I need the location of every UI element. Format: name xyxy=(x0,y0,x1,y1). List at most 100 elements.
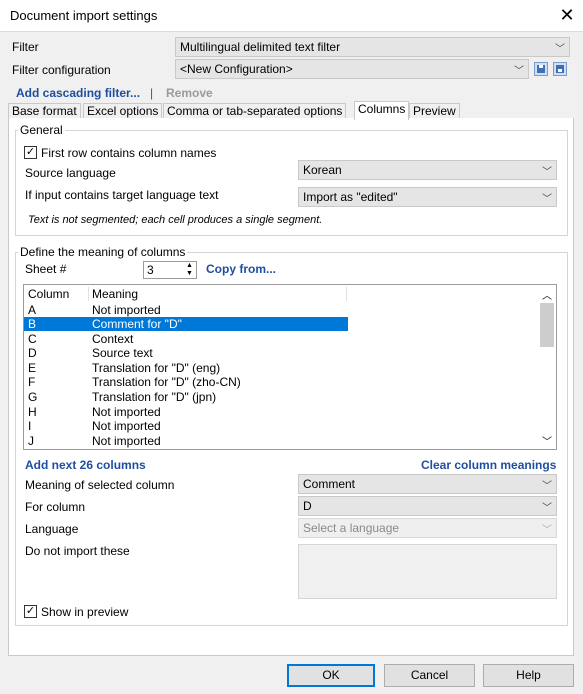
table-row[interactable]: I Not imported xyxy=(24,419,348,433)
add-next-columns-link[interactable]: Add next 26 columns xyxy=(25,458,146,472)
row-column: B xyxy=(28,317,37,331)
meaning-value: Comment xyxy=(303,477,356,491)
cancel-button[interactable]: Cancel xyxy=(384,664,475,687)
language-label: Language xyxy=(25,522,79,536)
filter-label: Filter xyxy=(12,40,39,54)
tab-base-format[interactable]: Base format xyxy=(8,103,81,119)
add-cascading-filter-link[interactable]: Add cascading filter... xyxy=(16,86,140,100)
table-row[interactable]: C Context xyxy=(24,332,348,346)
filter-config-select[interactable]: <New Configuration> ﹀ xyxy=(175,59,529,79)
table-row[interactable]: E Translation for "D" (eng) xyxy=(24,361,348,375)
checkmark-icon: ✓ xyxy=(25,146,36,158)
meaning-label: Meaning of selected column xyxy=(25,478,175,492)
save-config-icon[interactable] xyxy=(534,62,548,76)
row-meaning: Translation for "D" (eng) xyxy=(92,361,221,375)
clear-column-meanings-link[interactable]: Clear column meanings xyxy=(421,458,556,472)
meaning-select[interactable]: Comment ﹀ xyxy=(298,474,557,494)
show-in-preview-label: Show in preview xyxy=(41,605,129,619)
general-group-title: General xyxy=(18,123,65,137)
scroll-down-icon[interactable]: ﹀ xyxy=(542,433,552,448)
table-row[interactable]: G Translation for "D" (jpn) xyxy=(24,390,348,404)
row-column: C xyxy=(28,332,37,346)
list-scrollbar[interactable]: ︿ ﹀ xyxy=(538,285,556,449)
row-column: G xyxy=(28,390,38,404)
checkmark-icon: ✓ xyxy=(25,605,36,617)
chevron-down-icon: ﹀ xyxy=(555,44,565,55)
window-title: Document import settings xyxy=(10,8,158,23)
scroll-up-icon[interactable]: ︿ xyxy=(542,287,552,302)
row-meaning: Not imported xyxy=(92,303,161,317)
column-list[interactable]: Column Meaning A Not imported B Comment fo… xyxy=(23,284,557,450)
header-divider xyxy=(346,287,347,301)
sheet-number-stepper[interactable]: 3 ▲ ▼ xyxy=(143,261,197,279)
help-button[interactable]: Help xyxy=(483,664,574,687)
for-column-label: For column xyxy=(25,500,86,514)
sheet-label: Sheet # xyxy=(25,262,67,276)
row-column: A xyxy=(28,303,37,317)
sheet-number-value: 3 xyxy=(147,263,154,277)
for-column-select[interactable]: D ﹀ xyxy=(298,496,557,516)
scrollbar-thumb[interactable] xyxy=(540,303,554,347)
filter-select-value: Multilingual delimited text filter xyxy=(180,40,341,54)
close-icon[interactable]: ✕ xyxy=(556,4,578,26)
filter-config-value: <New Configuration> xyxy=(180,62,293,76)
link-separator: | xyxy=(150,86,154,100)
copy-from-link[interactable]: Copy from... xyxy=(206,262,276,276)
column-header: Column xyxy=(28,287,70,301)
title-bar: Document import settings ✕ xyxy=(0,0,583,32)
spin-up-icon[interactable]: ▲ xyxy=(186,262,193,270)
row-column: E xyxy=(28,361,37,375)
row-meaning: Not imported xyxy=(92,419,161,433)
table-row[interactable]: F Translation for "D" (zho-CN) xyxy=(24,375,348,389)
table-row[interactable]: J Not imported xyxy=(24,434,348,448)
row-column: D xyxy=(28,346,37,360)
target-text-value: Import as "edited" xyxy=(303,190,398,204)
filter-config-label: Filter configuration xyxy=(12,63,111,77)
do-not-import-label: Do not import these xyxy=(25,544,130,558)
table-row[interactable]: D Source text xyxy=(24,346,348,360)
chevron-down-icon: ﹀ xyxy=(542,481,552,492)
for-column-value: D xyxy=(303,499,312,513)
table-row-selected[interactable]: B Comment for "D" xyxy=(24,317,348,331)
ok-button[interactable]: OK xyxy=(287,664,375,687)
do-not-import-field[interactable] xyxy=(298,544,557,599)
row-column: F xyxy=(28,375,36,389)
source-language-label: Source language xyxy=(25,166,116,180)
tab-preview[interactable]: Preview xyxy=(409,103,460,119)
row-meaning: Not imported xyxy=(92,434,161,448)
list-header: Column Meaning xyxy=(24,287,348,301)
table-row[interactable]: H Not imported xyxy=(24,405,348,419)
row-meaning: Context xyxy=(92,332,134,346)
filter-select[interactable]: Multilingual delimited text filter ﹀ xyxy=(175,37,570,57)
chevron-down-icon: ﹀ xyxy=(542,194,552,205)
save-as-config-icon[interactable] xyxy=(553,62,567,76)
row-meaning: Source text xyxy=(92,346,153,360)
language-select[interactable]: Select a language ﹀ xyxy=(298,518,557,538)
row-meaning: Not imported xyxy=(92,405,161,419)
row-meaning: Translation for "D" (zho-CN) xyxy=(92,375,241,389)
row-meaning: Translation for "D" (jpn) xyxy=(92,390,217,404)
chevron-down-icon: ﹀ xyxy=(542,167,552,178)
source-language-value: Korean xyxy=(303,163,342,177)
row-column: J xyxy=(28,434,34,448)
columns-group-title: Define the meaning of columns xyxy=(18,245,188,259)
chevron-down-icon: ﹀ xyxy=(542,525,552,536)
tab-excel-options[interactable]: Excel options xyxy=(83,103,163,119)
remove-link[interactable]: Remove xyxy=(166,86,213,100)
segmentation-note: Text is not segmented; each cell produce… xyxy=(28,214,323,226)
header-divider xyxy=(88,287,89,301)
target-text-select[interactable]: Import as "edited" ﹀ xyxy=(298,187,557,207)
show-in-preview-checkbox[interactable]: ✓ xyxy=(24,605,37,618)
table-row[interactable]: A Not imported xyxy=(24,303,348,317)
tab-columns[interactable]: Columns xyxy=(354,101,410,120)
row-meaning: Comment for "D" xyxy=(92,317,182,331)
source-language-select[interactable]: Korean ﹀ xyxy=(298,160,557,180)
language-placeholder: Select a language xyxy=(303,521,400,535)
first-row-checkbox[interactable]: ✓ xyxy=(24,146,37,159)
spin-down-icon[interactable]: ▼ xyxy=(186,270,193,278)
first-row-label: First row contains column names xyxy=(41,146,217,160)
chevron-down-icon: ﹀ xyxy=(542,503,552,514)
tab-csv-options[interactable]: Comma or tab-separated options xyxy=(163,103,347,119)
meaning-header: Meaning xyxy=(92,287,139,301)
target-text-label: If input contains target language text xyxy=(25,188,219,202)
